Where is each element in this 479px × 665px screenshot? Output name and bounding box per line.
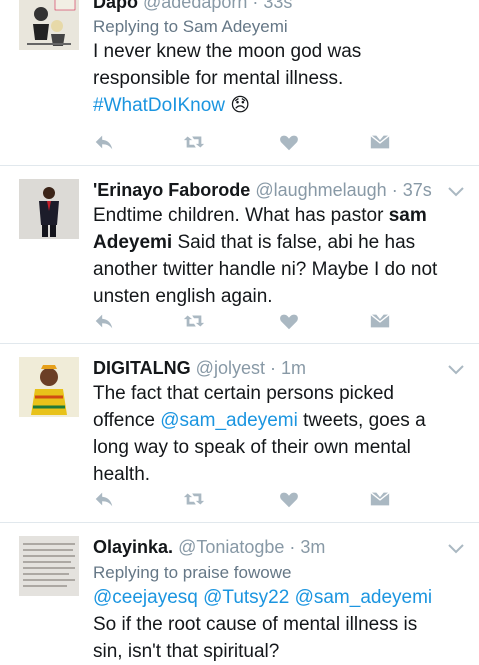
retweet-icon[interactable] (183, 131, 205, 153)
tweet-header: Dapo @adedaporn · 33s (93, 0, 292, 13)
tweet-text: @ceejayesq @Tutsy22 @sam_adeyemi So if t… (93, 587, 433, 662)
timestamp[interactable]: 33s (263, 0, 292, 12)
chevron-down-icon[interactable] (447, 186, 465, 198)
tweet-actions (93, 131, 393, 153)
like-icon[interactable] (278, 488, 300, 510)
tweet-header: DIGITALNG @jolyest · 1m (93, 358, 306, 378)
tweet-actions (93, 310, 393, 332)
author-handle[interactable]: @adedaporn (143, 0, 247, 12)
mention-link[interactable]: @ceejayesq (93, 587, 198, 608)
like-icon[interactable] (278, 310, 300, 332)
tweet-card[interactable]: Dapo @adedaporn · 33s Replying to Sam Ad… (0, 0, 479, 166)
tweet-header: Olayinka. @Toniatogbe · 3m (93, 537, 326, 557)
direct-message-icon[interactable] (369, 310, 391, 332)
reply-icon[interactable] (93, 310, 115, 332)
author-handle[interactable]: @jolyest (196, 358, 265, 378)
avatar[interactable] (19, 0, 79, 50)
avatar[interactable] (19, 536, 79, 596)
replying-to[interactable]: Replying to praise fowowe (93, 563, 291, 583)
author-name[interactable]: Dapo (93, 0, 138, 12)
mention-link[interactable]: @Tutsy22 (203, 587, 289, 608)
mention-link[interactable]: @sam_adeyemi (295, 587, 433, 608)
author-name[interactable]: Olayinka. (93, 537, 173, 557)
tweet-text: The fact that certain persons picked off… (93, 383, 426, 485)
timestamp[interactable]: 37s (403, 180, 432, 200)
direct-message-icon[interactable] (369, 488, 391, 510)
timestamp[interactable]: 1m (281, 358, 306, 378)
reply-icon[interactable] (93, 488, 115, 510)
tweet-header: 'Erinayo Faborode @laughmelaugh · 37s (93, 180, 432, 200)
mention-link[interactable]: @sam_adeyemi (160, 410, 298, 431)
like-icon[interactable] (278, 131, 300, 153)
chevron-down-icon[interactable] (447, 543, 465, 555)
chevron-down-icon[interactable] (447, 364, 465, 376)
hashtag-link[interactable]: #WhatDoIKnow (93, 95, 225, 116)
author-name[interactable]: 'Erinayo Faborode (93, 180, 250, 200)
retweet-icon[interactable] (183, 488, 205, 510)
avatar[interactable] (19, 357, 79, 417)
reply-icon[interactable] (93, 131, 115, 153)
tweet-actions (93, 488, 393, 510)
author-handle[interactable]: @laughmelaugh (255, 180, 386, 200)
retweet-icon[interactable] (183, 310, 205, 332)
direct-message-icon[interactable] (369, 131, 391, 153)
tweet-card[interactable]: Olayinka. @Toniatogbe · 3m Replying to p… (0, 523, 479, 662)
author-name[interactable]: DIGITALNG (93, 358, 191, 378)
author-handle[interactable]: @Toniatogbe (178, 537, 284, 557)
sad-face-emoji: 😞 (230, 95, 251, 116)
avatar[interactable] (19, 179, 79, 239)
tweet-text: I never knew the moon god was responsibl… (93, 41, 362, 116)
timestamp[interactable]: 3m (300, 537, 325, 557)
replying-to[interactable]: Replying to Sam Adeyemi (93, 17, 288, 37)
tweet-card[interactable]: 'Erinayo Faborode @laughmelaugh · 37s En… (0, 166, 479, 344)
tweet-card[interactable]: DIGITALNG @jolyest · 1m The fact that ce… (0, 344, 479, 523)
tweet-text: Endtime children. What has pastor sam Ad… (93, 205, 438, 307)
